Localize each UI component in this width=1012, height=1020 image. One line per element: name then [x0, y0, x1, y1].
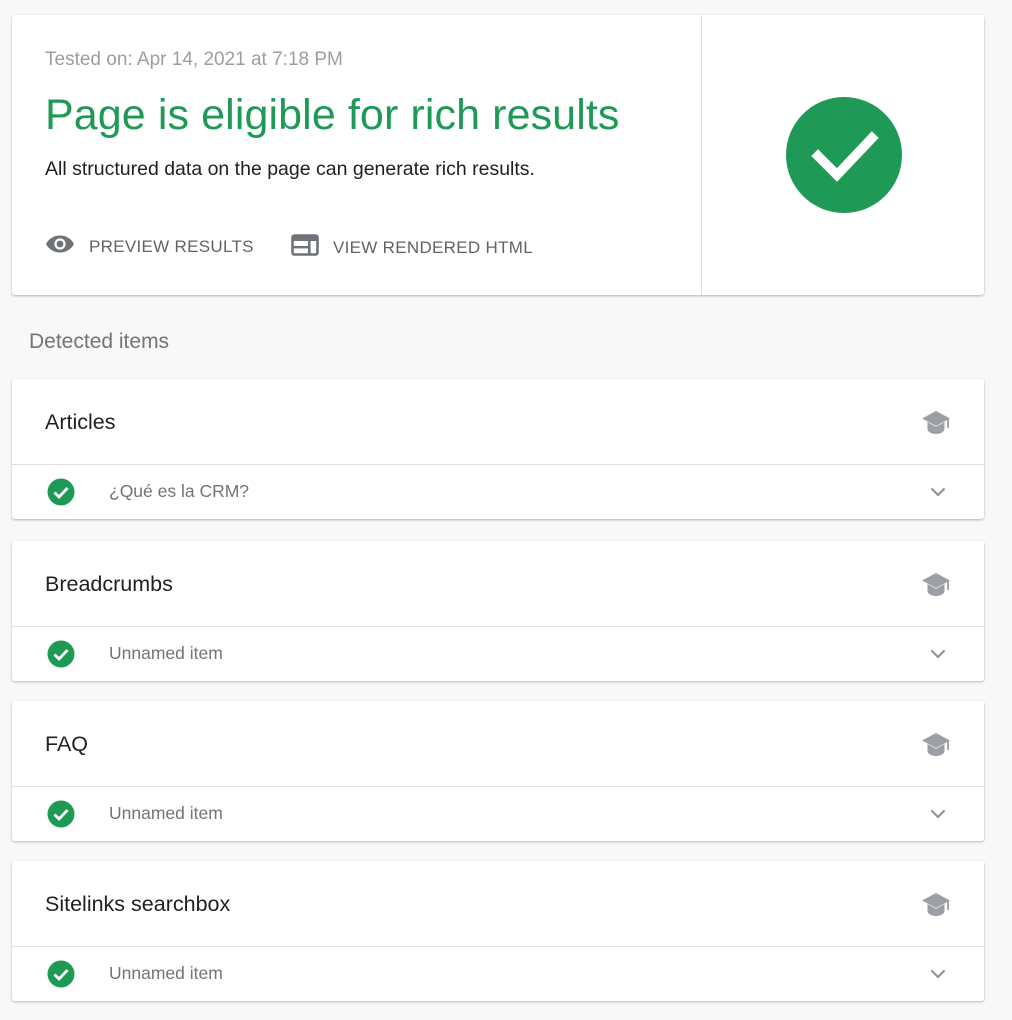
check-circle-icon — [785, 96, 903, 219]
item-name-label: Unnamed item — [109, 963, 223, 983]
view-rendered-html-button[interactable]: VIEW RENDERED HTML — [291, 234, 533, 261]
detected-item-row[interactable]: Unnamed item — [12, 947, 984, 1001]
valid-check-icon — [47, 478, 75, 511]
graduation-cap-icon[interactable] — [921, 892, 951, 923]
detected-item-card: Breadcrumbs Unnamed item — [12, 541, 984, 681]
item-card-header: Articles — [12, 379, 984, 465]
graduation-cap-icon[interactable] — [921, 732, 951, 763]
result-description: All structured data on the page can gene… — [45, 158, 535, 180]
valid-check-icon — [47, 800, 75, 833]
item-name-label: Unnamed item — [109, 643, 223, 663]
detected-item-row[interactable]: ¿Qué es la CRM? — [12, 465, 984, 519]
chevron-down-icon[interactable] — [930, 484, 946, 502]
item-card-header: FAQ — [12, 701, 984, 787]
eye-icon — [45, 234, 75, 259]
detected-item-row[interactable]: Unnamed item — [12, 627, 984, 681]
status-panel — [702, 15, 984, 295]
preview-results-label: PREVIEW RESULTS — [89, 236, 254, 256]
chevron-down-icon[interactable] — [930, 646, 946, 664]
detected-items-heading: Detected items — [29, 330, 170, 353]
summary-card: Tested on: Apr 14, 2021 at 7:18 PM Page … — [12, 15, 984, 295]
graduation-cap-icon[interactable] — [921, 410, 951, 441]
valid-check-icon — [47, 640, 75, 673]
item-type-title: Breadcrumbs — [45, 572, 173, 596]
chevron-down-icon[interactable] — [930, 806, 946, 824]
item-type-title: FAQ — [45, 732, 89, 756]
web-page-icon — [291, 234, 319, 261]
preview-results-button[interactable]: PREVIEW RESULTS — [45, 234, 254, 259]
result-headline: Page is eligible for rich results — [45, 91, 620, 139]
valid-check-icon — [47, 960, 75, 993]
item-type-title: Sitelinks searchbox — [45, 892, 231, 916]
item-type-title: Articles — [45, 410, 116, 434]
detected-item-card: FAQ Unnamed item — [12, 701, 984, 841]
view-rendered-html-label: VIEW RENDERED HTML — [333, 237, 533, 257]
chevron-down-icon[interactable] — [930, 966, 946, 984]
tested-on-timestamp: Tested on: Apr 14, 2021 at 7:18 PM — [45, 49, 343, 70]
detected-item-card: Articles ¿Qué es la CRM? — [12, 379, 984, 519]
graduation-cap-icon[interactable] — [921, 572, 951, 603]
item-card-header: Breadcrumbs — [12, 541, 984, 627]
detected-item-row[interactable]: Unnamed item — [12, 787, 984, 841]
detected-item-card: Sitelinks searchbox Unnamed item — [12, 861, 984, 1001]
item-name-label: ¿Qué es la CRM? — [109, 481, 250, 501]
summary-text-panel: Tested on: Apr 14, 2021 at 7:18 PM Page … — [12, 15, 702, 295]
item-card-header: Sitelinks searchbox — [12, 861, 984, 947]
item-name-label: Unnamed item — [109, 803, 223, 823]
